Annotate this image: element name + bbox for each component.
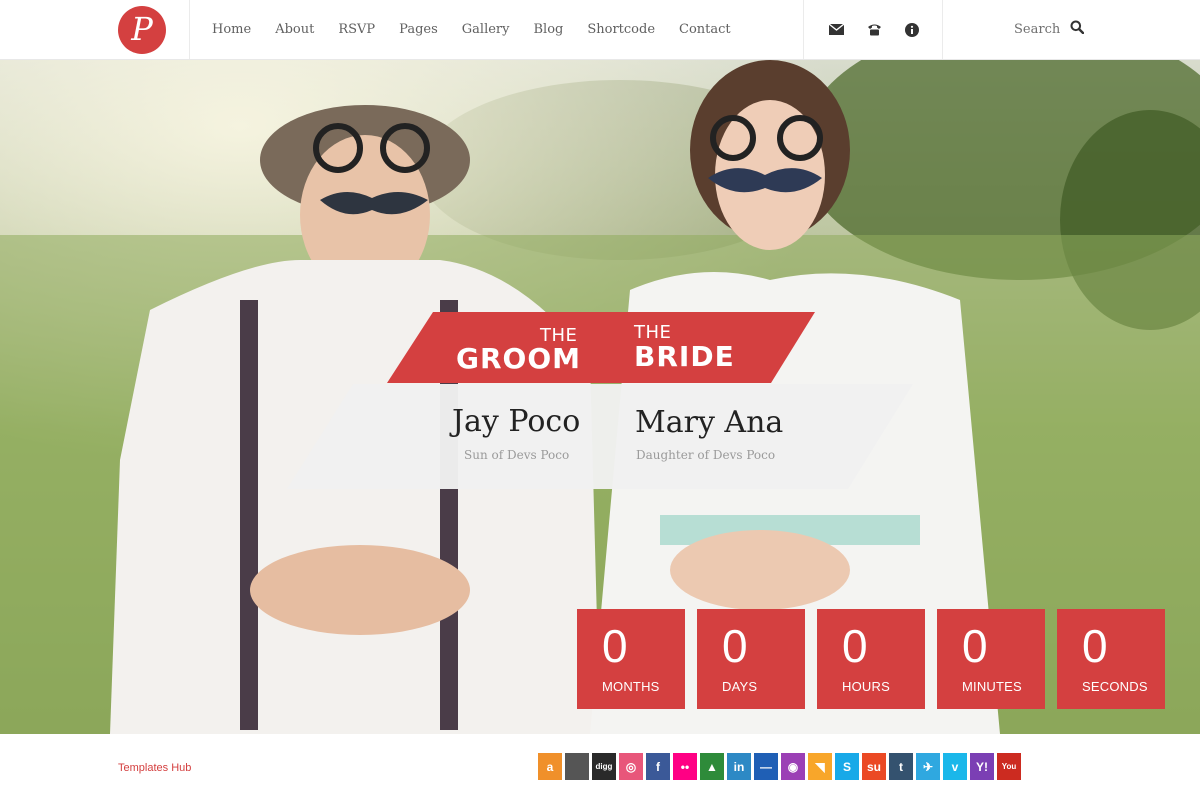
site-header: P Home About RSVP Pages Gallery Blog Sho… <box>0 0 1200 60</box>
groom-name: Jay Poco <box>452 404 581 439</box>
nav-pages[interactable]: Pages <box>399 22 438 37</box>
nav-blog[interactable]: Blog <box>533 22 563 37</box>
countdown-seconds-value: 0 <box>1082 620 1108 672</box>
countdown-months-value: 0 <box>602 620 628 672</box>
header-divider <box>189 0 190 59</box>
flickr-icon[interactable]: •• <box>673 753 697 780</box>
rss-icon[interactable]: ◥ <box>808 753 832 780</box>
forrst-icon[interactable]: ▲ <box>700 753 724 780</box>
countdown-minutes-label: MINUTES <box>962 679 1022 694</box>
main-nav: Home About RSVP Pages Gallery Blog Short… <box>200 0 743 59</box>
countdown-minutes-value: 0 <box>962 620 988 672</box>
digg-icon[interactable]: digg <box>592 753 616 780</box>
facebook-icon[interactable]: f <box>646 753 670 780</box>
nav-gallery[interactable]: Gallery <box>462 22 510 37</box>
amazon-icon[interactable]: a <box>538 753 562 780</box>
picasa-icon[interactable]: ◉ <box>781 753 805 780</box>
countdown-hours-value: 0 <box>842 620 868 672</box>
templates-hub-link[interactable]: Templates Hub <box>118 762 191 774</box>
bride-label: BRIDE <box>634 340 735 373</box>
search-icon <box>1070 20 1085 39</box>
vimeo-icon[interactable]: v <box>943 753 967 780</box>
countdown-seconds-label: SECONDS <box>1082 679 1148 694</box>
contact-icons <box>818 0 930 59</box>
countdown-days-label: DAYS <box>722 679 758 694</box>
groom-subtitle: Sun of Devs Poco <box>464 448 570 462</box>
logo-letter: P <box>131 9 153 48</box>
youtube-icon[interactable]: You <box>997 753 1021 780</box>
nav-about[interactable]: About <box>275 22 314 37</box>
countdown-minutes: 0 MINUTES <box>937 609 1045 709</box>
social-icons: a digg ◎ f •• ▲ in — ◉ ◥ Ssu t ✈ v Y! You <box>538 753 1021 780</box>
delicious-icon[interactable]: — <box>754 753 778 780</box>
countdown-seconds: 0 SECONDS <box>1057 609 1165 709</box>
nav-rsvp[interactable]: RSVP <box>338 22 375 37</box>
apple-icon[interactable] <box>565 753 589 780</box>
envelope-icon[interactable] <box>828 22 844 38</box>
groom-label: GROOM <box>456 342 582 375</box>
banner-red-stripe <box>387 312 815 383</box>
bride-name: Mary Ana <box>635 405 784 440</box>
banner-name-panel <box>287 384 913 489</box>
search-label: Search <box>1014 22 1061 37</box>
skype-icon[interactable]: S <box>835 753 859 780</box>
header-divider <box>942 0 943 59</box>
countdown-days-value: 0 <box>722 620 748 672</box>
countdown-days: 0 DAYS <box>697 609 805 709</box>
countdown-months: 0 MONTHS <box>577 609 685 709</box>
nav-contact[interactable]: Contact <box>679 22 731 37</box>
countdown-hours-label: HOURS <box>842 679 890 694</box>
search-button[interactable]: Search <box>1014 0 1085 59</box>
bride-subtitle: Daughter of Devs Poco <box>636 448 776 462</box>
tumblr-icon[interactable]: t <box>889 753 913 780</box>
nav-shortcode[interactable]: Shortcode <box>587 22 655 37</box>
countdown: 0 MONTHS 0 DAYS 0 HOURS 0 MINUTES 0 SECO… <box>577 609 1165 709</box>
phone-icon[interactable] <box>866 22 882 38</box>
twitter-icon[interactable]: ✈ <box>916 753 940 780</box>
stumbleupon-icon[interactable]: su <box>862 753 886 780</box>
countdown-months-label: MONTHS <box>602 679 660 694</box>
dribbble-icon[interactable]: ◎ <box>619 753 643 780</box>
nav-home[interactable]: Home <box>212 22 251 37</box>
hero-section: THE GROOM THE BRIDE Jay Poco Sun of Devs… <box>0 60 1200 734</box>
linkedin-icon[interactable]: in <box>727 753 751 780</box>
yahoo-icon[interactable]: Y! <box>970 753 994 780</box>
logo[interactable]: P <box>118 6 166 54</box>
info-icon[interactable] <box>904 22 920 38</box>
site-footer: Templates Hub a digg ◎ f •• ▲ in — ◉ ◥ Ssu t ✈ v Y! You <box>0 734 1200 800</box>
countdown-hours: 0 HOURS <box>817 609 925 709</box>
header-divider <box>803 0 804 59</box>
